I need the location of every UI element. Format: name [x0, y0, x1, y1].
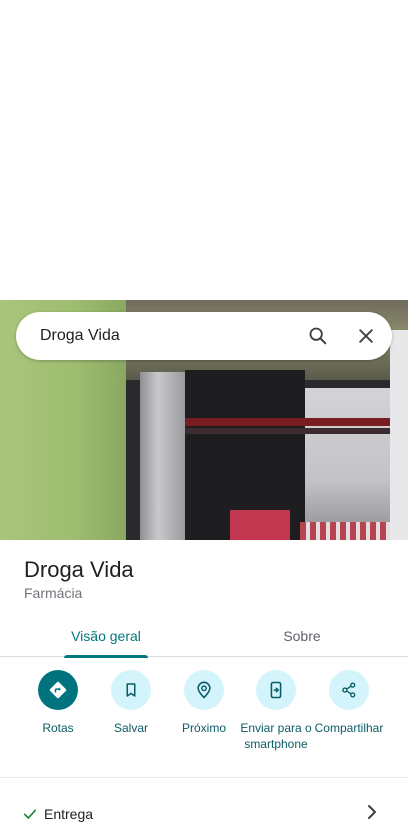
- clear-search-button[interactable]: [350, 320, 382, 352]
- share-button[interactable]: Compartilhar: [309, 670, 389, 736]
- delivery-attribute-row[interactable]: Entrega: [0, 796, 408, 832]
- send-to-phone-button[interactable]: Enviar para o smartphone: [236, 670, 316, 752]
- place-title: Droga Vida: [24, 557, 134, 582]
- send-to-phone-label: Enviar para o smartphone: [240, 721, 312, 751]
- place-category[interactable]: Farmácia: [24, 585, 82, 601]
- section-divider: [0, 777, 408, 778]
- tab-overview[interactable]: Visão geral: [60, 614, 152, 658]
- directions-label: Rotas: [42, 721, 74, 735]
- nearby-icon: [197, 681, 211, 699]
- photo-dark-stripe: [185, 428, 390, 434]
- active-tab-indicator: [64, 655, 148, 658]
- photo-right-wall: [305, 388, 390, 540]
- search-input[interactable]: Droga Vida: [40, 327, 392, 345]
- tab-overview-label: Visão geral: [71, 627, 141, 644]
- map-blank-area: [0, 0, 408, 300]
- directions-circle: [38, 670, 78, 710]
- search-icon: [309, 327, 327, 345]
- share-label: Compartilhar: [314, 721, 384, 735]
- delivery-label: Entrega: [44, 806, 94, 822]
- directions-button[interactable]: Rotas: [18, 670, 98, 736]
- tab-about-label: Sobre: [283, 627, 321, 644]
- photo-pillar: [140, 372, 185, 540]
- nearby-circle: [184, 670, 224, 710]
- check-icon: [23, 809, 37, 819]
- share-circle: [329, 670, 369, 710]
- photo-edge: [390, 330, 408, 540]
- nearby-button[interactable]: Próximo: [164, 670, 244, 736]
- save-label: Salvar: [113, 721, 148, 735]
- close-icon: [359, 329, 373, 343]
- send-to-phone-icon: [270, 681, 282, 699]
- photo-red-stripe: [185, 418, 390, 426]
- share-icon: [342, 682, 356, 698]
- tab-about[interactable]: Sobre: [256, 614, 348, 657]
- photo-shelf-products: [300, 522, 390, 540]
- bookmark-icon: [126, 683, 136, 697]
- send-to-phone-circle: [256, 670, 296, 710]
- search-button[interactable]: [302, 320, 334, 352]
- search-bar[interactable]: Droga Vida: [16, 312, 392, 360]
- save-button[interactable]: Salvar: [91, 670, 171, 736]
- photo-shelf: [230, 510, 290, 540]
- chevron-right-icon[interactable]: [364, 802, 380, 822]
- action-buttons: Rotas Salvar Próximo Enviar para o smart…: [0, 670, 408, 770]
- nearby-label: Próximo: [181, 721, 226, 735]
- save-circle: [111, 670, 151, 710]
- directions-icon: [49, 681, 67, 699]
- place-tabs: Visão geral Sobre: [0, 614, 408, 658]
